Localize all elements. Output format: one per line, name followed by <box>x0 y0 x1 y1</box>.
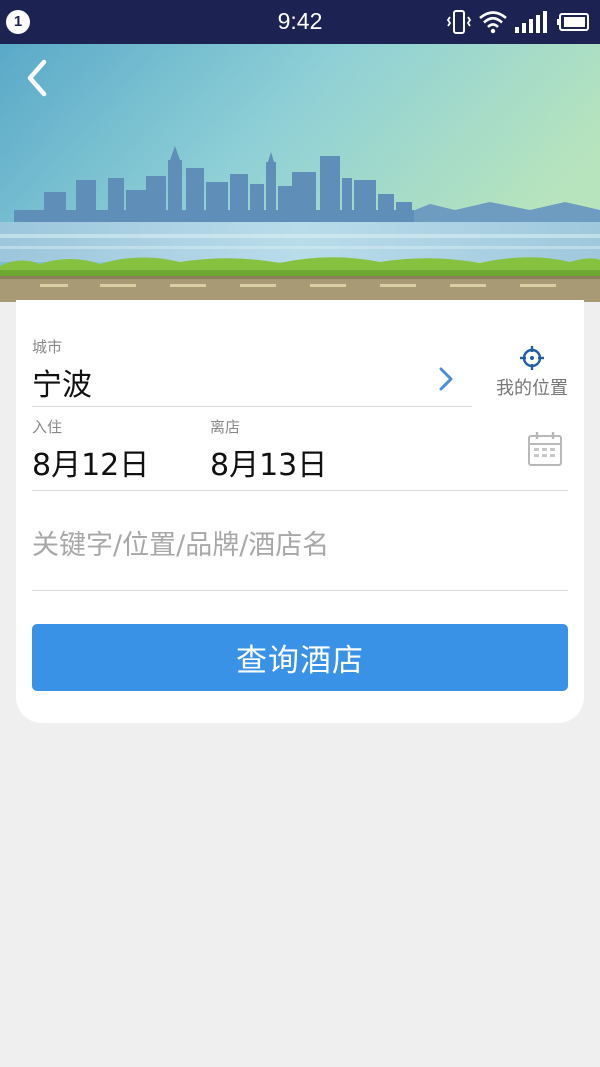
checkout-value: 8月13日 <box>210 448 328 483</box>
checkin-date[interactable]: 入住 8月12日 <box>32 408 202 492</box>
calendar-icon <box>528 432 562 466</box>
divider <box>32 406 472 407</box>
status-time: 9:42 <box>277 8 323 34</box>
status-bar: 1 9:42 <box>0 0 600 44</box>
city-skyline-illustration <box>0 44 600 302</box>
checkout-label: 离店 <box>210 418 241 436</box>
signal-icon <box>515 11 547 33</box>
hero-banner <box>0 44 600 302</box>
vibrate-icon <box>446 10 472 34</box>
checkin-label: 入住 <box>32 418 63 436</box>
checkin-value: 8月12日 <box>32 448 150 483</box>
divider <box>32 590 568 591</box>
chevron-right-icon <box>439 367 453 391</box>
city-value: 宁波 <box>32 368 92 403</box>
city-label: 城市 <box>32 338 63 356</box>
back-button[interactable] <box>18 56 58 100</box>
chevron-left-icon <box>27 59 47 97</box>
city-selector[interactable]: 城市 宁波 <box>32 328 472 408</box>
checkout-date[interactable]: 离店 8月13日 <box>210 408 380 492</box>
divider <box>32 490 568 491</box>
date-selector: 入住 8月12日 离店 8月13日 <box>32 408 568 492</box>
crosshair-icon <box>520 346 544 370</box>
calendar-button[interactable] <box>526 430 566 470</box>
hotel-search-card: 城市 宁波 我的位置 入住 8月12日 离店 8月13日 关键字/位置/品牌/酒… <box>16 300 584 723</box>
my-location-label: 我的位置 <box>496 378 568 399</box>
keyword-search-input[interactable] <box>32 500 568 590</box>
my-location-button[interactable]: 我的位置 <box>482 344 582 399</box>
battery-icon <box>557 13 589 31</box>
search-hotels-button[interactable]: 查询酒店 <box>32 624 568 691</box>
wifi-icon <box>479 11 507 34</box>
